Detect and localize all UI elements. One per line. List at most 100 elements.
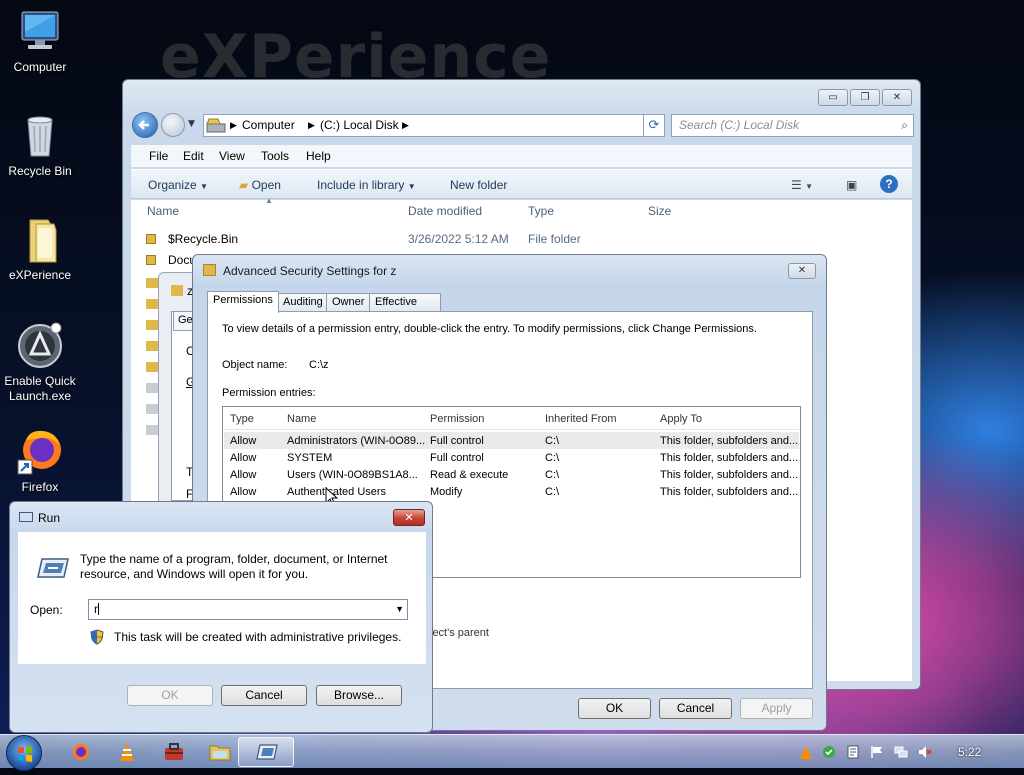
- entry-permission: Read & execute: [430, 469, 509, 481]
- vlc-tray-icon[interactable]: [799, 745, 813, 759]
- minimize-button[interactable]: ▭: [818, 89, 848, 106]
- folder-icon: [146, 320, 158, 330]
- entry-name: SYSTEM: [287, 452, 333, 464]
- forward-button[interactable]: [161, 113, 185, 137]
- table-row[interactable]: Allow Authenticated Users Modify C:\ Thi…: [223, 484, 800, 501]
- folder-icon: [146, 299, 158, 309]
- menu-help[interactable]: Help: [306, 149, 331, 163]
- folder-icon: [146, 278, 158, 288]
- breadcrumb-computer[interactable]: Computer: [242, 115, 295, 136]
- breadcrumb-local-disk[interactable]: (C:) Local Disk: [320, 115, 399, 136]
- ok-button[interactable]: OK: [127, 685, 213, 706]
- entry-apply-to: This folder, subfolders and...: [660, 469, 799, 481]
- desktop-icon-computer[interactable]: Computer: [0, 8, 80, 75]
- menu-file[interactable]: File: [149, 149, 168, 163]
- table-row[interactable]: Allow Users (WIN-0O89BS1A8... Read & exe…: [223, 467, 800, 484]
- volume-muted-icon[interactable]: [918, 745, 932, 759]
- column-type[interactable]: Type: [230, 413, 254, 425]
- text-caret: [98, 603, 99, 615]
- entry-inherited: C:\: [545, 452, 560, 464]
- breadcrumb-chevron-icon[interactable]: ▶: [308, 115, 315, 136]
- taskbar-run[interactable]: [238, 737, 294, 767]
- apply-button[interactable]: Apply: [740, 698, 813, 719]
- search-input[interactable]: Search (C:) Local Disk ⌕: [671, 114, 914, 137]
- help-icon[interactable]: ?: [880, 175, 898, 193]
- command-bar: Organize ▼ ▰ Open Include in library ▼ N…: [131, 169, 912, 199]
- column-inherited-from[interactable]: Inherited From: [545, 413, 617, 425]
- chevron-down-icon: ▼: [200, 182, 208, 191]
- close-button[interactable]: ✕: [788, 263, 816, 279]
- refresh-icon[interactable]: ⟳: [643, 114, 665, 137]
- chevron-down-icon[interactable]: ▼: [395, 600, 404, 619]
- search-icon[interactable]: ⌕: [901, 115, 908, 136]
- recent-pages-chevron-icon[interactable]: ▼: [188, 119, 195, 129]
- open-input[interactable]: r ▼: [88, 599, 408, 620]
- new-folder-button[interactable]: New folder: [450, 178, 507, 192]
- action-center-flag-icon[interactable]: [870, 745, 884, 759]
- cancel-button[interactable]: Cancel: [221, 685, 307, 706]
- quick-launch-icon: [16, 322, 64, 370]
- document-tray-icon[interactable]: [846, 745, 860, 759]
- column-type[interactable]: Type: [528, 204, 554, 218]
- table-row[interactable]: Allow SYSTEM Full control C:\ This folde…: [223, 450, 800, 467]
- security-tray-icon[interactable]: [822, 745, 836, 759]
- uac-shield-icon: [90, 629, 104, 645]
- back-button[interactable]: [132, 112, 158, 138]
- breadcrumb-chevron-icon[interactable]: ▶: [402, 115, 409, 136]
- column-name[interactable]: Name: [147, 204, 179, 218]
- intro-text: To view details of a permission entry, d…: [222, 323, 757, 335]
- tab-permissions[interactable]: Permissions: [207, 291, 279, 313]
- column-date-modified[interactable]: Date modified: [408, 204, 482, 218]
- close-button[interactable]: ✕: [882, 89, 912, 106]
- table-row[interactable]: $Recycle.Bin 3/26/2022 5:12 AM File fold…: [146, 232, 646, 250]
- locked-folder-icon: [146, 255, 156, 265]
- file-name: $Recycle.Bin: [168, 232, 239, 246]
- object-name-label: Object name:: [222, 359, 288, 371]
- desktop-icon-firefox[interactable]: Firefox: [0, 428, 80, 495]
- view-options-icon[interactable]: ☰ ▼: [791, 178, 813, 192]
- open-label: Open:: [30, 603, 63, 617]
- breadcrumb-chevron-icon[interactable]: ▶: [230, 115, 237, 136]
- folder-icon: [16, 216, 64, 264]
- tab-owner[interactable]: Owner: [326, 293, 371, 312]
- open-label: Open: [251, 178, 281, 192]
- desktop-icon-label: eXPerience: [8, 268, 72, 282]
- entry-apply-to: This folder, subfolders and...: [660, 452, 799, 464]
- clock[interactable]: 5:22: [958, 745, 981, 759]
- organize-button[interactable]: Organize ▼: [148, 178, 208, 192]
- menu-edit[interactable]: Edit: [183, 149, 204, 163]
- menu-tools[interactable]: Tools: [261, 149, 289, 163]
- column-size[interactable]: Size: [648, 204, 671, 218]
- run-body: Type the name of a program, folder, docu…: [18, 532, 426, 664]
- tab-auditing[interactable]: Auditing: [277, 293, 329, 312]
- include-in-library-button[interactable]: Include in library ▼: [317, 178, 416, 192]
- close-button[interactable]: ✕: [393, 509, 425, 526]
- run-dialog: Run ✕ Type the name of a program, folder…: [9, 501, 433, 733]
- entry-inherited: C:\: [545, 435, 560, 447]
- start-orb[interactable]: [6, 735, 42, 771]
- menu-view[interactable]: View: [219, 149, 245, 163]
- browse-button[interactable]: Browse...: [316, 685, 402, 706]
- file-icon: [146, 404, 158, 414]
- address-bar[interactable]: ▶ Computer ▶ (C:) Local Disk ▶ ▼: [203, 114, 665, 137]
- maximize-button[interactable]: ❐: [850, 89, 880, 106]
- table-row[interactable]: Allow Administrators (WIN-0O89... Full c…: [223, 433, 800, 450]
- entry-type: Allow: [230, 469, 257, 481]
- entry-permission: Modify: [430, 486, 463, 498]
- column-permission[interactable]: Permission: [430, 413, 484, 425]
- column-name[interactable]: Name: [287, 413, 316, 425]
- tab-effective-permissions[interactable]: Effective Permissions: [369, 293, 441, 325]
- column-apply-to[interactable]: Apply To: [660, 413, 702, 425]
- desktop-icon-label: Computer: [13, 60, 67, 74]
- ok-button[interactable]: OK: [578, 698, 651, 719]
- desktop-icon-label: Enable Quick Launch.exe: [4, 374, 76, 403]
- desktop-icon-experience[interactable]: eXPerience: [0, 216, 80, 283]
- run-title-icon: [19, 512, 33, 522]
- desktop-icon-recycle-bin[interactable]: Recycle Bin: [0, 112, 80, 179]
- preview-pane-icon[interactable]: ▣: [846, 178, 857, 192]
- cancel-button[interactable]: Cancel: [659, 698, 732, 719]
- open-button[interactable]: ▰ Open: [239, 178, 281, 192]
- desktop-icon-quick-launch[interactable]: Enable Quick Launch.exe: [0, 322, 82, 404]
- caption-buttons: ▭ ❐ ✕: [818, 89, 912, 106]
- network-tray-icon[interactable]: [894, 745, 908, 759]
